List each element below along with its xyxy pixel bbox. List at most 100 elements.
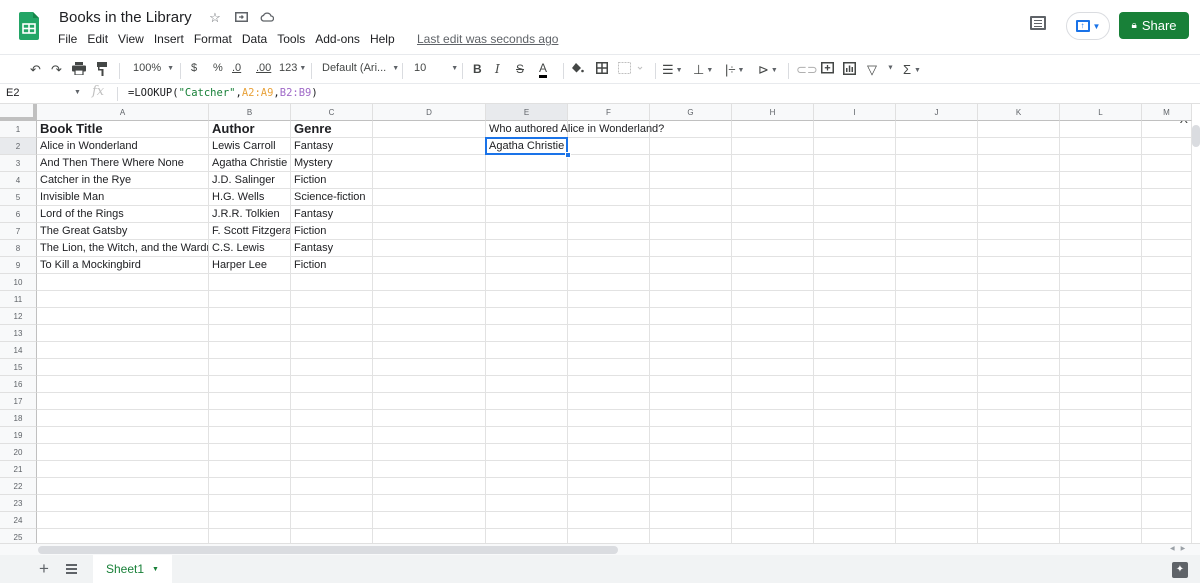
more-formats-button[interactable]: 123 ▼ xyxy=(279,62,306,74)
cell-c5[interactable]: Science-fiction xyxy=(291,189,372,205)
row-header-23[interactable]: 23 xyxy=(0,495,37,512)
insert-link-icon[interactable]: ⊂⊃ xyxy=(796,62,818,78)
text-wrapping-icon[interactable]: |÷ ▼ xyxy=(725,62,744,77)
cell-a6[interactable]: Lord of the Rings xyxy=(37,206,208,222)
row-header-8[interactable]: 8 xyxy=(0,240,37,257)
row-header-2[interactable]: 2 xyxy=(0,138,37,155)
cloud-status-icon[interactable] xyxy=(260,10,275,26)
scroll-left-icon[interactable]: ◀ xyxy=(1170,545,1175,552)
currency-format-button[interactable]: $ xyxy=(191,62,197,74)
row-header-1[interactable]: 1 xyxy=(0,121,37,138)
cell-a4[interactable]: Catcher in the Rye xyxy=(37,172,208,188)
spreadsheet-grid[interactable]: A B C D E F G H I J K L M 1 2 3 4 5 6 7 8 9 10 11 12 13 14 15 16 17 18… xyxy=(0,104,1200,544)
cell-a7[interactable]: The Great Gatsby xyxy=(37,223,208,239)
cell-a5[interactable]: Invisible Man xyxy=(37,189,208,205)
redo-icon[interactable]: ↷ xyxy=(51,62,62,78)
row-header-16[interactable]: 16 xyxy=(0,376,37,393)
row-header-25[interactable]: 25 xyxy=(0,529,37,544)
row-header-21[interactable]: 21 xyxy=(0,461,37,478)
menu-insert[interactable]: Insert xyxy=(154,32,184,46)
add-sheet-icon[interactable]: + xyxy=(39,559,49,579)
explore-icon[interactable]: ✦ xyxy=(1172,562,1188,578)
formula-input[interactable]: =LOOKUP("Catcher",A2:A9,B2:B9) xyxy=(128,87,318,99)
merge-cells-icon[interactable] xyxy=(618,62,644,77)
row-header-17[interactable]: 17 xyxy=(0,393,37,410)
horizontal-align-icon[interactable]: ☰ ▼ xyxy=(662,62,683,78)
zoom-select[interactable]: 100% ▼ xyxy=(133,62,174,74)
row-header-9[interactable]: 9 xyxy=(0,257,37,274)
menu-view[interactable]: View xyxy=(118,32,144,46)
filter-icon[interactable]: ▽ xyxy=(867,62,877,78)
comment-history-icon[interactable] xyxy=(1030,16,1046,30)
star-icon[interactable]: ☆ xyxy=(208,10,222,26)
all-sheets-icon[interactable] xyxy=(66,564,77,574)
last-edit-link[interactable]: Last edit was seconds ago xyxy=(417,32,558,46)
bold-button[interactable]: B xyxy=(473,62,482,76)
cell-a3[interactable]: And Then There Where None xyxy=(37,155,208,171)
row-header-24[interactable]: 24 xyxy=(0,512,37,529)
cell-b5[interactable]: H.G. Wells xyxy=(209,189,290,205)
row-header-14[interactable]: 14 xyxy=(0,342,37,359)
cell-b7[interactable]: F. Scott Fitzgera xyxy=(209,223,290,239)
question-cell-e1[interactable]: Who authored Alice in Wonderland? xyxy=(486,121,786,137)
document-title[interactable]: Books in the Library xyxy=(59,9,192,26)
menu-tools[interactable]: Tools xyxy=(277,32,305,46)
vertical-align-icon[interactable]: ⊥ ▼ xyxy=(693,62,713,78)
column-header-l[interactable]: L xyxy=(1060,104,1142,121)
cell-b3[interactable]: Agatha Christie xyxy=(209,155,290,171)
column-header-j[interactable]: J xyxy=(896,104,978,121)
column-header-b[interactable]: B xyxy=(209,104,291,121)
menu-addons[interactable]: Add-ons xyxy=(315,32,360,46)
chevron-down-icon[interactable]: ▼ xyxy=(152,566,159,573)
present-button[interactable]: ↑ ▼ xyxy=(1066,12,1110,40)
horizontal-scroll-thumb[interactable] xyxy=(38,546,618,554)
cell-b9[interactable]: Harper Lee xyxy=(209,257,290,273)
row-header-6[interactable]: 6 xyxy=(0,206,37,223)
increase-decimal-button[interactable]: .00 xyxy=(256,62,271,74)
column-header-g[interactable]: G xyxy=(650,104,732,121)
menu-file[interactable]: File xyxy=(58,32,77,46)
sheets-logo-icon[interactable] xyxy=(19,12,39,40)
row-header-5[interactable]: 5 xyxy=(0,189,37,206)
text-rotation-icon[interactable]: ⊳ ▼ xyxy=(758,62,778,78)
share-button[interactable]: 🔒︎ Share xyxy=(1119,12,1189,39)
column-header-k[interactable]: K xyxy=(978,104,1060,121)
select-all-corner[interactable] xyxy=(0,104,37,121)
row-header-13[interactable]: 13 xyxy=(0,325,37,342)
column-header-a[interactable]: A xyxy=(37,104,209,121)
cell-c9[interactable]: Fiction xyxy=(291,257,372,273)
column-header-d[interactable]: D xyxy=(373,104,486,121)
move-to-folder-icon[interactable] xyxy=(234,10,248,26)
menu-edit[interactable]: Edit xyxy=(87,32,108,46)
vertical-scroll-thumb[interactable] xyxy=(1192,125,1200,147)
fill-color-icon[interactable] xyxy=(571,62,584,78)
cell-c8[interactable]: Fantasy xyxy=(291,240,372,256)
horizontal-scrollbar[interactable]: ◀ ▶ xyxy=(0,543,1200,555)
column-header-i[interactable]: I xyxy=(814,104,896,121)
insert-comment-icon[interactable] xyxy=(821,62,834,78)
row-header-11[interactable]: 11 xyxy=(0,291,37,308)
undo-icon[interactable]: ↶ xyxy=(30,62,41,78)
strikethrough-button[interactable]: S xyxy=(516,62,524,76)
name-box[interactable]: E2 xyxy=(6,87,19,99)
header-cell-c[interactable]: Genre xyxy=(291,121,372,137)
row-header-18[interactable]: 18 xyxy=(0,410,37,427)
percent-format-button[interactable]: % xyxy=(213,62,223,74)
decrease-decimal-button[interactable]: .0 xyxy=(232,62,241,74)
row-header-20[interactable]: 20 xyxy=(0,444,37,461)
cell-c2[interactable]: Fantasy xyxy=(291,138,372,154)
row-header-22[interactable]: 22 xyxy=(0,478,37,495)
row-header-12[interactable]: 12 xyxy=(0,308,37,325)
cell-c4[interactable]: Fiction xyxy=(291,172,372,188)
paint-format-icon[interactable] xyxy=(97,62,107,79)
row-header-10[interactable]: 10 xyxy=(0,274,37,291)
cell-c6[interactable]: Fantasy xyxy=(291,206,372,222)
cell-a9[interactable]: To Kill a Mockingbird xyxy=(37,257,208,273)
font-family-select[interactable]: Default (Ari... ▼ xyxy=(322,62,399,74)
chevron-down-icon[interactable]: ▼ xyxy=(74,89,81,96)
scroll-right-icon[interactable]: ▶ xyxy=(1181,545,1186,552)
column-header-h[interactable]: H xyxy=(732,104,814,121)
menu-help[interactable]: Help xyxy=(370,32,395,46)
fill-handle[interactable] xyxy=(565,152,571,158)
header-cell-b[interactable]: Author xyxy=(209,121,290,137)
